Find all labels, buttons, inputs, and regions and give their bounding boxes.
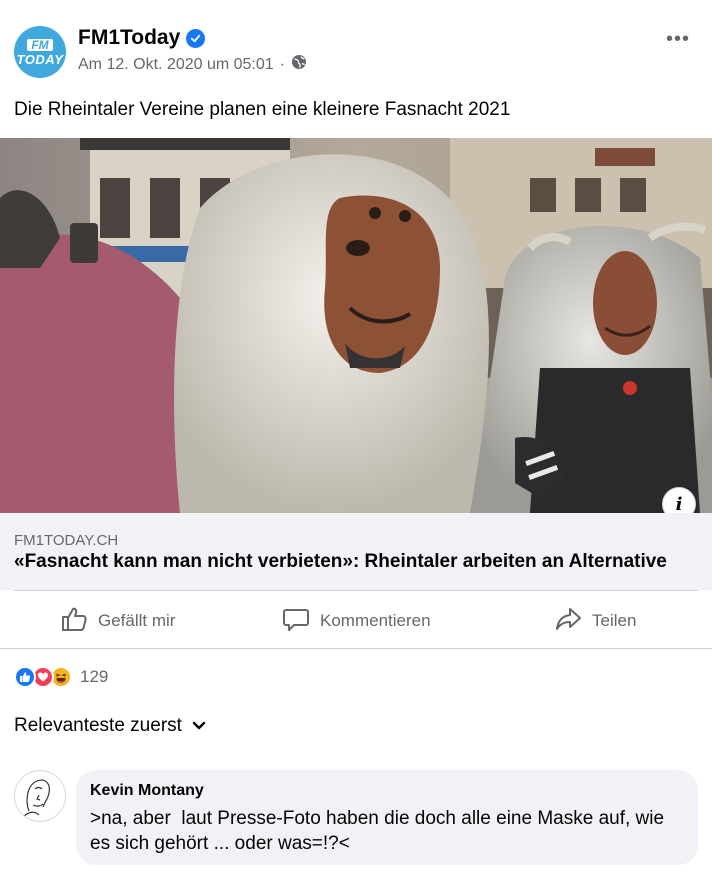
reaction-count: 129 <box>80 667 109 686</box>
reaction-summary[interactable]: 129 <box>14 666 108 688</box>
comment-button[interactable]: Kommentieren <box>282 604 431 638</box>
comment-bubble: Kevin Montany >na, aber laut Presse-Foto… <box>76 770 698 865</box>
verified-badge-icon <box>186 28 206 48</box>
like-icon <box>14 666 36 688</box>
comment-text: >na, aber laut Presse-Foto haben die doc… <box>90 808 670 854</box>
page-avatar[interactable]: FM TODAY <box>14 26 66 78</box>
chevron-down-icon <box>192 715 206 737</box>
page-name-row: FM1Today <box>78 26 206 50</box>
comment-label: Kommentieren <box>320 611 431 630</box>
divider <box>14 590 698 591</box>
divider <box>0 648 712 649</box>
globe-icon <box>291 54 307 75</box>
meta-separator: · <box>279 55 285 73</box>
post-timestamp[interactable]: Am 12. Okt. 2020 um 05:01 <box>78 56 274 74</box>
share-button[interactable]: Teilen <box>554 604 636 638</box>
sort-label: Relevanteste zuerst <box>14 715 182 736</box>
page-name[interactable]: FM1Today <box>78 26 180 50</box>
avatar-fm-text: FM <box>27 38 53 51</box>
info-button[interactable]: i <box>662 487 696 513</box>
link-domain: FM1TODAY.CH <box>14 532 119 549</box>
comment-bubble-icon <box>282 605 310 638</box>
like-button[interactable]: Gefällt mir <box>60 604 175 638</box>
comment-author[interactable]: Kevin Montany <box>90 782 684 800</box>
commenter-avatar[interactable] <box>14 770 66 822</box>
comment-sort-dropdown[interactable]: Relevanteste zuerst <box>14 715 206 737</box>
like-label: Gefällt mir <box>98 611 176 630</box>
carnival-masks-image <box>0 138 712 513</box>
avatar-today-text: TODAY <box>16 51 64 67</box>
thumbs-up-icon <box>60 605 88 638</box>
link-title[interactable]: «Fasnacht kann man nicht verbieten»: Rhe… <box>14 551 667 573</box>
more-options-button[interactable]: ••• <box>666 28 690 51</box>
share-arrow-icon <box>554 605 582 638</box>
post-meta: Am 12. Okt. 2020 um 05:01 · <box>78 54 307 75</box>
share-label: Teilen <box>592 611 637 630</box>
post-photo[interactable]: i <box>0 138 712 513</box>
post-text: Die Rheintaler Vereine planen eine klein… <box>14 99 511 120</box>
